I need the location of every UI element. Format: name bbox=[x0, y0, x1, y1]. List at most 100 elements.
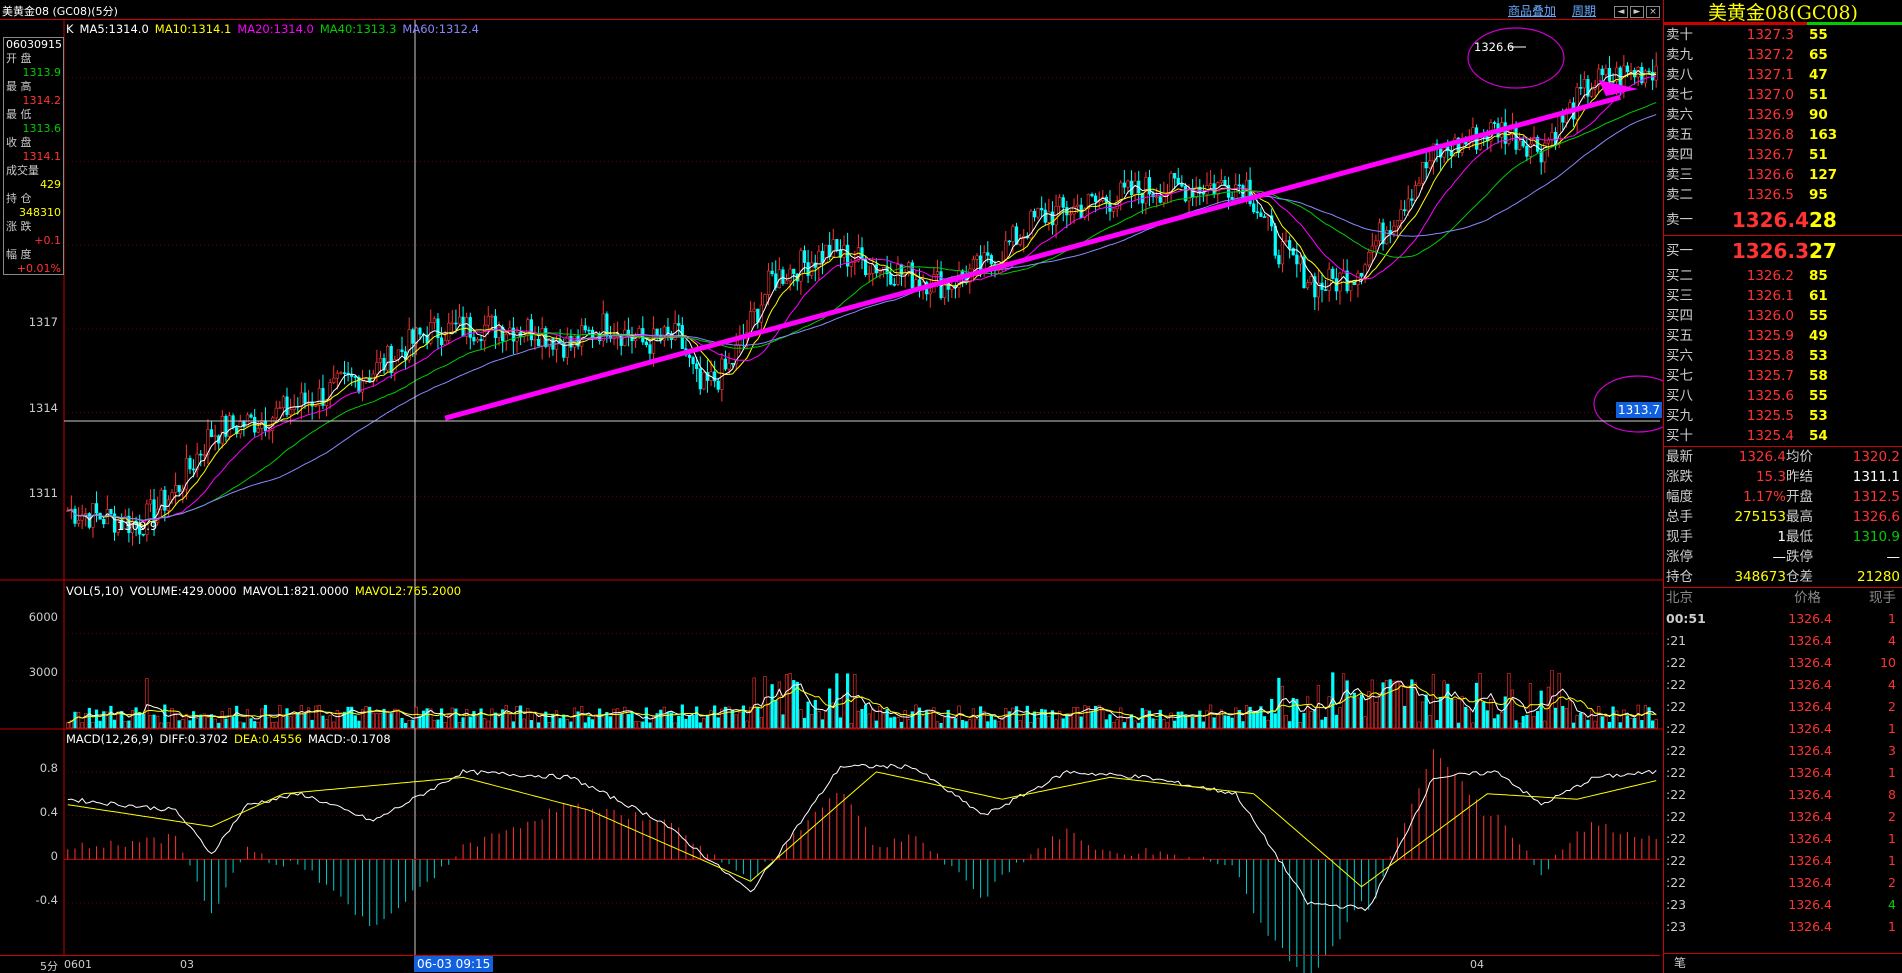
volume-bar bbox=[1313, 709, 1317, 729]
volume-bar bbox=[691, 715, 695, 729]
volume-bar bbox=[450, 707, 454, 729]
ask-row[interactable]: 卖三 1326.6 127 bbox=[1664, 165, 1902, 185]
bid-row[interactable]: 买四 1326.0 55 bbox=[1664, 306, 1902, 326]
bid-row[interactable]: 买六 1325.8 53 bbox=[1664, 346, 1902, 366]
volume-bar bbox=[1151, 718, 1155, 729]
volume-bar bbox=[1482, 701, 1486, 729]
volume-bar bbox=[328, 715, 332, 729]
candle-body bbox=[378, 357, 383, 363]
bid-row[interactable]: 买七 1325.7 58 bbox=[1664, 366, 1902, 386]
bid-book: 买二 1326.2 85 买三 1326.1 61 买四 1326.0 55 买五 1325.9 49… bbox=[1664, 266, 1902, 446]
ask-row[interactable]: 卖八 1327.1 47 bbox=[1664, 65, 1902, 85]
level-label: 卖二 bbox=[1666, 187, 1693, 203]
ask-row[interactable]: 卖二 1326.5 95 bbox=[1664, 185, 1902, 205]
candle-body bbox=[1158, 196, 1162, 203]
candle-body bbox=[432, 318, 436, 323]
volume-bar bbox=[1201, 721, 1205, 729]
volume-bar bbox=[810, 714, 814, 729]
candle-body bbox=[1521, 140, 1525, 147]
volume-bar bbox=[188, 720, 192, 729]
volume-bar bbox=[583, 722, 587, 729]
bid-row[interactable]: 买八 1325.6 55 bbox=[1664, 386, 1902, 406]
candle-body bbox=[1338, 272, 1342, 292]
volume-bar bbox=[903, 710, 907, 729]
info-label: 最 低 bbox=[6, 108, 32, 121]
tick-volume: 3 bbox=[1888, 743, 1896, 758]
ask-row[interactable]: 卖五 1326.8 163 bbox=[1664, 125, 1902, 145]
candle-body bbox=[1119, 182, 1123, 201]
volume-bar bbox=[400, 717, 404, 729]
footer-label[interactable]: 笔 bbox=[1674, 956, 1686, 970]
candle-body bbox=[249, 414, 253, 418]
period-label[interactable]: 5分 bbox=[40, 958, 58, 973]
stat-row: 涨跌 15.3 昨结 1311.1 bbox=[1664, 467, 1902, 487]
volume-bar bbox=[76, 712, 81, 729]
y-tick-1314: 1314 bbox=[28, 401, 58, 415]
volume-bar bbox=[493, 712, 498, 729]
tick-row: :23 1326.4 4 bbox=[1664, 894, 1902, 916]
tick-price: 1326.4 bbox=[1788, 765, 1832, 780]
bid-row[interactable]: 买十 1325.4 54 bbox=[1664, 426, 1902, 446]
stat-value: 15.3 bbox=[1755, 469, 1786, 485]
stat-label: 涨停 bbox=[1666, 549, 1693, 565]
tick-price: 1326.4 bbox=[1788, 809, 1832, 824]
candle-body bbox=[76, 519, 81, 524]
candle-body bbox=[1395, 220, 1400, 227]
candle-body bbox=[1359, 272, 1364, 277]
legend-mavol1: MAVOL1:821.0000 bbox=[242, 584, 349, 598]
stat-value: — bbox=[1886, 549, 1901, 565]
volume-bar bbox=[112, 719, 117, 729]
volume-bar bbox=[914, 704, 918, 729]
candle-body bbox=[213, 435, 217, 438]
volume-bar bbox=[296, 712, 300, 729]
volume-bar bbox=[1234, 707, 1238, 729]
volume-bar bbox=[1226, 715, 1231, 729]
vol-legend: VOL(5,10) VOLUME:429.0000 MAVOL1:821.0000 M… bbox=[66, 584, 467, 598]
kline-chart-svg[interactable]: 1326.6 1309.9 bbox=[0, 0, 1663, 973]
ask-row[interactable]: 卖十 1327.3 55 bbox=[1664, 25, 1902, 45]
candle-body bbox=[1072, 205, 1076, 215]
candle-body bbox=[565, 335, 569, 358]
level-price: 1327.2 bbox=[1746, 47, 1794, 63]
diff-line bbox=[67, 763, 1657, 912]
bid-row[interactable]: 买二 1326.2 85 bbox=[1664, 266, 1902, 286]
level-price: 1326.7 bbox=[1746, 147, 1794, 163]
ask-row[interactable]: 卖六 1326.9 90 bbox=[1664, 105, 1902, 125]
volume-bar bbox=[1036, 717, 1040, 729]
volume-bar bbox=[267, 716, 271, 729]
stat-value: 1312.5 bbox=[1852, 489, 1900, 505]
volume-bar bbox=[1651, 720, 1655, 729]
candle-body bbox=[986, 252, 990, 256]
candle-body bbox=[314, 405, 318, 407]
candle-body bbox=[1180, 183, 1184, 187]
bid-row[interactable]: 买九 1325.5 53 bbox=[1664, 406, 1902, 426]
volume-bar bbox=[317, 705, 321, 729]
bid1-volume: 27 bbox=[1809, 239, 1837, 263]
ask-row[interactable]: 卖七 1327.0 51 bbox=[1664, 85, 1902, 105]
volume-bar bbox=[1521, 716, 1525, 729]
bid-row[interactable]: 买五 1325.9 49 bbox=[1664, 326, 1902, 346]
volume-bar bbox=[874, 720, 878, 729]
candle-body bbox=[1410, 198, 1414, 201]
candle-body bbox=[770, 270, 774, 275]
volume-bar bbox=[1025, 705, 1029, 729]
volume-bar bbox=[1018, 720, 1022, 729]
ask-row[interactable]: 卖四 1326.7 51 bbox=[1664, 145, 1902, 165]
tick-price: 1326.4 bbox=[1788, 677, 1832, 692]
candle-body bbox=[1288, 240, 1292, 249]
tick-list[interactable]: 00:51 1326.4 1:21 1326.4 4:22 1326.4 10:22 1326… bbox=[1664, 608, 1902, 938]
ask1-row[interactable]: 卖一 1326.4 28 bbox=[1664, 205, 1902, 235]
info-label: 成交量 bbox=[6, 164, 39, 177]
ask-row[interactable]: 卖九 1327.2 65 bbox=[1664, 45, 1902, 65]
volume-bar bbox=[1119, 707, 1123, 729]
info-date: 06030915 bbox=[6, 38, 62, 51]
candle-body bbox=[748, 311, 753, 333]
level-volume: 55 bbox=[1809, 27, 1828, 43]
bid-row[interactable]: 买三 1326.1 61 bbox=[1664, 286, 1902, 306]
quote-title: 美黄金08(GC08) bbox=[1664, 0, 1902, 25]
volume-bar bbox=[1230, 717, 1234, 729]
level-price: 1325.6 bbox=[1746, 388, 1794, 404]
bid1-row[interactable]: 买一 1326.3 27 bbox=[1664, 236, 1902, 266]
level-label: 卖三 bbox=[1666, 167, 1693, 183]
candle-body bbox=[1349, 282, 1353, 292]
